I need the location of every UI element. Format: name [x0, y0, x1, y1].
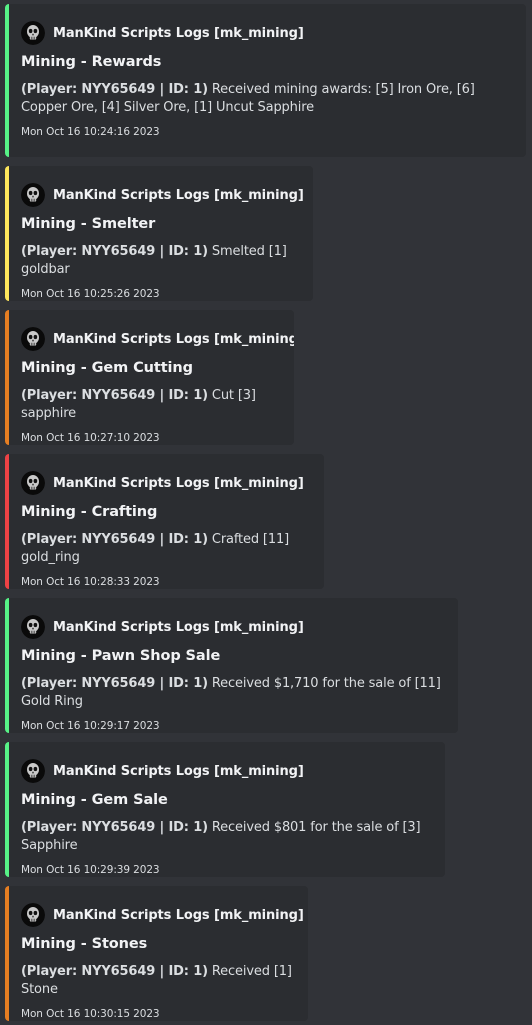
embed-title: Mining - Gem Sale [21, 792, 168, 808]
skull-avatar-icon[interactable] [21, 21, 45, 45]
embed-description: (Player: NYY65649 | ID: 1) Smelted [1] g… [21, 243, 299, 279]
embed-title: Mining - Rewards [21, 54, 162, 70]
embed-author: ManKind Scripts Logs [mk_mining] [21, 20, 512, 46]
bot-name[interactable]: ManKind Scripts Logs [mk_mining] [53, 476, 304, 491]
player-prefix: (Player: NYY65649 | ID: 1) [21, 82, 208, 97]
message-feed: ManKind Scripts Logs [mk_mining] Mining … [0, 0, 532, 1025]
embed-title: Mining - Pawn Shop Sale [21, 648, 221, 664]
log-embed-rewards: ManKind Scripts Logs [mk_mining] Mining … [5, 4, 526, 157]
bot-name[interactable]: ManKind Scripts Logs [mk_mining] [53, 188, 304, 203]
embed-title: Mining - Stones [21, 936, 148, 952]
log-embed-stones: ManKind Scripts Logs [mk_mining] Mining … [5, 886, 308, 1021]
bot-name[interactable]: ManKind Scripts Logs [mk_mining] [53, 332, 294, 347]
embed-title: Mining - Smelter [21, 216, 156, 232]
bot-name[interactable]: ManKind Scripts Logs [mk_mining] [53, 620, 304, 635]
embed-author: ManKind Scripts Logs [mk_mining] [21, 470, 310, 496]
player-prefix: (Player: NYY65649 | ID: 1) [21, 964, 208, 979]
bot-name[interactable]: ManKind Scripts Logs [mk_mining] [53, 908, 304, 923]
player-prefix: (Player: NYY65649 | ID: 1) [21, 388, 208, 403]
player-prefix: (Player: NYY65649 | ID: 1) [21, 676, 208, 691]
embed-author: ManKind Scripts Logs [mk_mining] [21, 902, 304, 928]
log-embed-pawn-shop-sale: ManKind Scripts Logs [mk_mining] Mining … [5, 598, 458, 733]
embed-author: ManKind Scripts Logs [mk_mining] [21, 326, 294, 352]
embed-timestamp: Mon Oct 16 10:28:33 2023 [21, 576, 160, 588]
skull-avatar-icon[interactable] [21, 615, 45, 639]
skull-avatar-icon[interactable] [21, 903, 45, 927]
embed-description: (Player: NYY65649 | ID: 1) Received $801… [21, 819, 431, 855]
player-prefix: (Player: NYY65649 | ID: 1) [21, 532, 208, 547]
embed-timestamp: Mon Oct 16 10:29:39 2023 [21, 864, 160, 876]
bot-name[interactable]: ManKind Scripts Logs [mk_mining] [53, 26, 304, 41]
player-prefix: (Player: NYY65649 | ID: 1) [21, 820, 208, 835]
embed-author: ManKind Scripts Logs [mk_mining] [21, 614, 444, 640]
embed-author: ManKind Scripts Logs [mk_mining] [21, 182, 304, 208]
log-embed-smelter: ManKind Scripts Logs [mk_mining] Mining … [5, 166, 313, 301]
embed-title: Mining - Gem Cutting [21, 360, 193, 376]
embed-title: Mining - Crafting [21, 504, 158, 520]
skull-avatar-icon[interactable] [21, 183, 45, 207]
embed-description: (Player: NYY65649 | ID: 1) Crafted [11] … [21, 531, 310, 567]
embed-timestamp: Mon Oct 16 10:30:15 2023 [21, 1008, 160, 1020]
bot-name[interactable]: ManKind Scripts Logs [mk_mining] [53, 764, 304, 779]
embed-description: (Player: NYY65649 | ID: 1) Received [1] … [21, 963, 294, 999]
log-embed-crafting: ManKind Scripts Logs [mk_mining] Mining … [5, 454, 324, 589]
log-embed-gem-cutting: ManKind Scripts Logs [mk_mining] Mining … [5, 310, 294, 445]
embed-timestamp: Mon Oct 16 10:25:26 2023 [21, 288, 160, 300]
embed-description: (Player: NYY65649 | ID: 1) Received mini… [21, 81, 512, 117]
embed-timestamp: Mon Oct 16 10:24:16 2023 [21, 126, 160, 138]
skull-avatar-icon[interactable] [21, 327, 45, 351]
embed-description: (Player: NYY65649 | ID: 1) Received $1,7… [21, 675, 444, 711]
player-prefix: (Player: NYY65649 | ID: 1) [21, 244, 208, 259]
log-embed-gem-sale: ManKind Scripts Logs [mk_mining] Mining … [5, 742, 445, 877]
embed-timestamp: Mon Oct 16 10:27:10 2023 [21, 432, 160, 444]
skull-avatar-icon[interactable] [21, 759, 45, 783]
skull-avatar-icon[interactable] [21, 471, 45, 495]
embed-timestamp: Mon Oct 16 10:29:17 2023 [21, 720, 160, 732]
embed-author: ManKind Scripts Logs [mk_mining] [21, 758, 431, 784]
embed-description: (Player: NYY65649 | ID: 1) Cut [3] sapph… [21, 387, 280, 423]
